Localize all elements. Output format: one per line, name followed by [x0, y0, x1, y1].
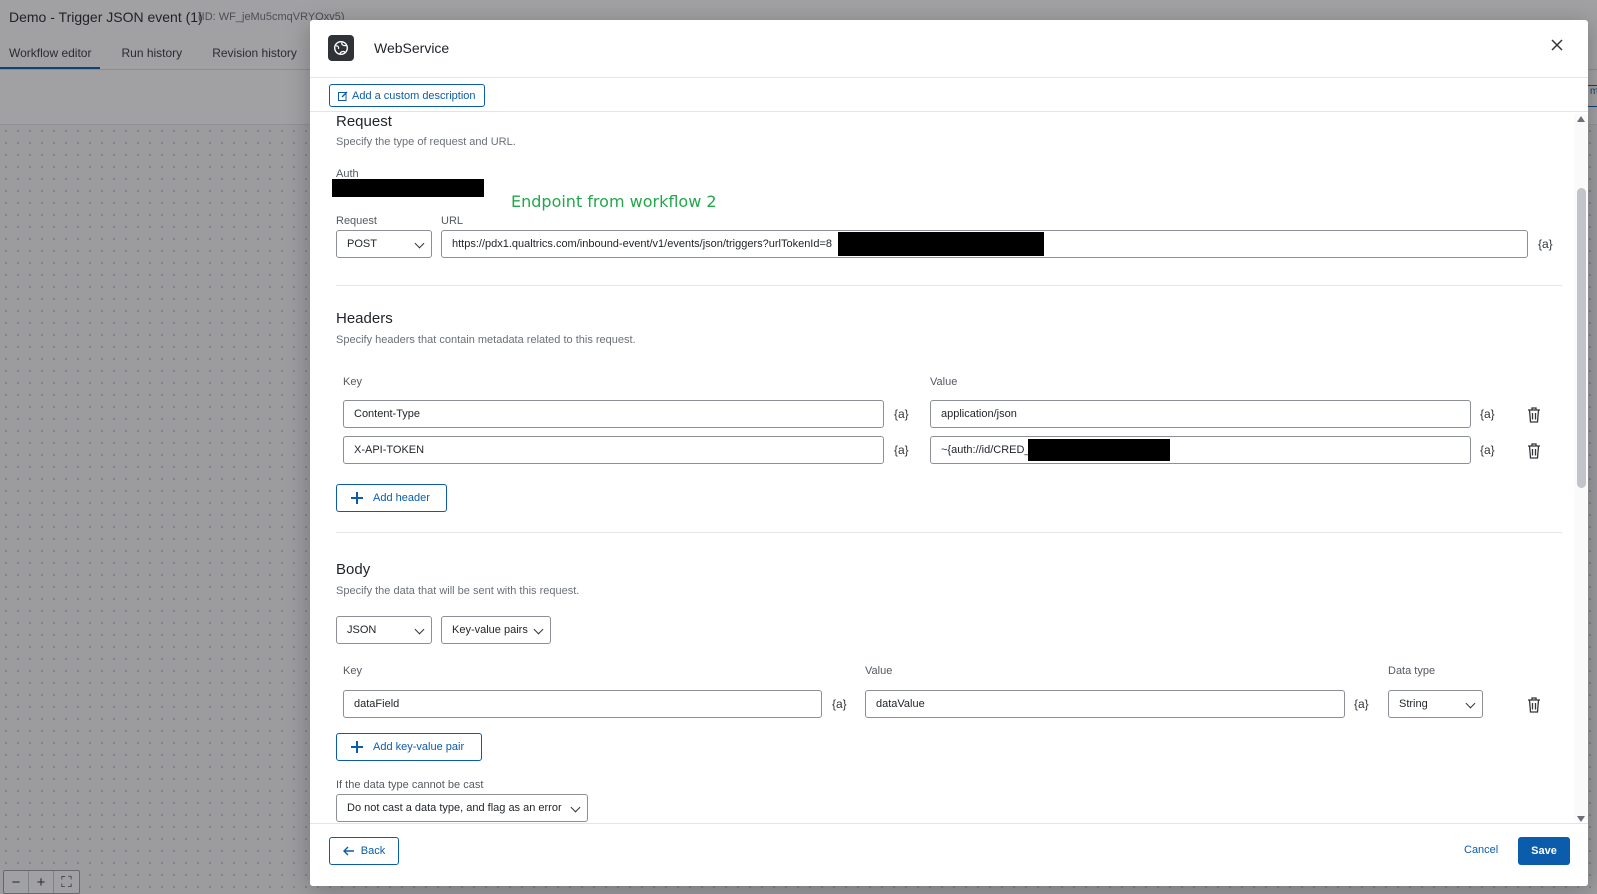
modal-footer: Back Cancel Save: [310, 823, 1588, 886]
back-label: Back: [360, 845, 386, 857]
body-value-value: dataValue: [876, 698, 925, 710]
redacted-auth: [332, 179, 484, 197]
url-label: URL: [441, 215, 464, 227]
request-method-select[interactable]: POST: [336, 230, 432, 258]
piped-text-icon[interactable]: {a}: [1480, 407, 1495, 421]
cast-label: If the data type cannot be cast: [336, 779, 484, 791]
endpoint-annotation: Endpoint from workflow 2: [511, 192, 717, 211]
trash-icon[interactable]: [1527, 407, 1541, 423]
modal-content: Request Specify the type of request and …: [310, 112, 1588, 823]
body-format-select[interactable]: JSON: [336, 616, 432, 644]
request-section-description: Specify the type of request and URL.: [336, 136, 516, 148]
edit-icon: [338, 91, 348, 101]
body-value-input[interactable]: dataValue: [865, 690, 1345, 718]
section-divider: [336, 532, 1562, 533]
body-mode-select[interactable]: Key-value pairs: [441, 616, 551, 644]
chevron-down-icon: [414, 238, 425, 249]
piped-text-icon[interactable]: {a}: [1480, 443, 1495, 457]
piped-text-icon[interactable]: {a}: [894, 407, 909, 421]
add-custom-description-button[interactable]: Add a custom description: [329, 84, 485, 107]
cancel-button[interactable]: Cancel: [1464, 844, 1498, 856]
back-button[interactable]: Back: [329, 837, 399, 865]
request-method-value: POST: [347, 238, 377, 250]
plus-icon: [351, 741, 363, 753]
scroll-up-icon[interactable]: [1577, 116, 1585, 122]
modal-header: WebService: [310, 20, 1588, 78]
trash-icon[interactable]: [1527, 697, 1541, 713]
header-key-value: X-API-TOKEN: [354, 444, 425, 456]
request-section-title: Request: [336, 113, 392, 130]
piped-text-icon[interactable]: {a}: [1538, 237, 1553, 251]
description-row: Add a custom description: [310, 78, 1588, 112]
body-key-value: dataField: [354, 698, 400, 710]
chevron-down-icon: [1465, 698, 1476, 709]
data-type-value: String: [1399, 698, 1428, 710]
request-method-label: Request: [336, 215, 377, 227]
header-key-label: Key: [343, 376, 362, 388]
redacted-credential: [1028, 439, 1170, 461]
body-format-value: JSON: [347, 624, 377, 636]
add-custom-description-label: Add a custom description: [352, 89, 476, 102]
headers-section-description: Specify headers that contain metadata re…: [336, 334, 636, 346]
scrollbar-thumb[interactable]: [1577, 188, 1586, 488]
piped-text-icon[interactable]: {a}: [894, 443, 909, 457]
header-key-input[interactable]: X-API-TOKEN: [343, 436, 884, 464]
piped-text-icon[interactable]: {a}: [832, 697, 847, 711]
data-type-select[interactable]: String: [1388, 690, 1483, 718]
section-divider: [336, 285, 1562, 286]
cast-behavior-value: Do not cast a data type, and flag as an …: [347, 802, 562, 814]
arrow-left-icon: [342, 846, 354, 856]
body-key-input[interactable]: dataField: [343, 690, 822, 718]
header-key-input[interactable]: Content-Type: [343, 400, 884, 428]
plus-icon: [351, 492, 363, 504]
headers-section-title: Headers: [336, 310, 393, 327]
add-key-value-pair-button[interactable]: Add key-value pair: [336, 733, 482, 761]
webservice-modal: WebService Add a custom description Requ…: [310, 20, 1588, 886]
body-value-label: Value: [865, 665, 893, 677]
header-value-label: Value: [930, 376, 958, 388]
save-button[interactable]: Save: [1518, 837, 1570, 865]
body-key-label: Key: [343, 665, 362, 677]
body-type-label: Data type: [1388, 665, 1436, 677]
body-section-description: Specify the data that will be sent with …: [336, 585, 580, 597]
header-value-value: application/json: [941, 408, 1017, 420]
modal-title: WebService: [374, 40, 450, 56]
piped-text-icon[interactable]: {a}: [1354, 697, 1369, 711]
body-mode-value: Key-value pairs: [452, 624, 528, 636]
body-section-title: Body: [336, 561, 371, 578]
header-value-input[interactable]: ~{auth://id/CRED_: [930, 436, 1471, 464]
close-icon[interactable]: [1548, 36, 1566, 54]
redacted-url-token: [838, 232, 1044, 256]
chevron-down-icon: [570, 802, 581, 813]
chevron-down-icon: [414, 624, 425, 635]
trash-icon[interactable]: [1527, 443, 1541, 459]
scroll-down-icon[interactable]: [1577, 816, 1585, 822]
header-value-input[interactable]: application/json: [930, 400, 1471, 428]
webservice-icon: [328, 35, 354, 61]
url-value: https://pdx1.qualtrics.com/inbound-event…: [452, 238, 833, 250]
add-header-label: Add header: [373, 492, 430, 504]
add-key-value-pair-label: Add key-value pair: [373, 741, 465, 753]
chevron-down-icon: [533, 624, 544, 635]
cast-behavior-select[interactable]: Do not cast a data type, and flag as an …: [336, 794, 588, 822]
header-key-value: Content-Type: [354, 408, 421, 420]
header-value-value: ~{auth://id/CRED_: [941, 444, 1031, 456]
add-header-button[interactable]: Add header: [336, 484, 447, 512]
